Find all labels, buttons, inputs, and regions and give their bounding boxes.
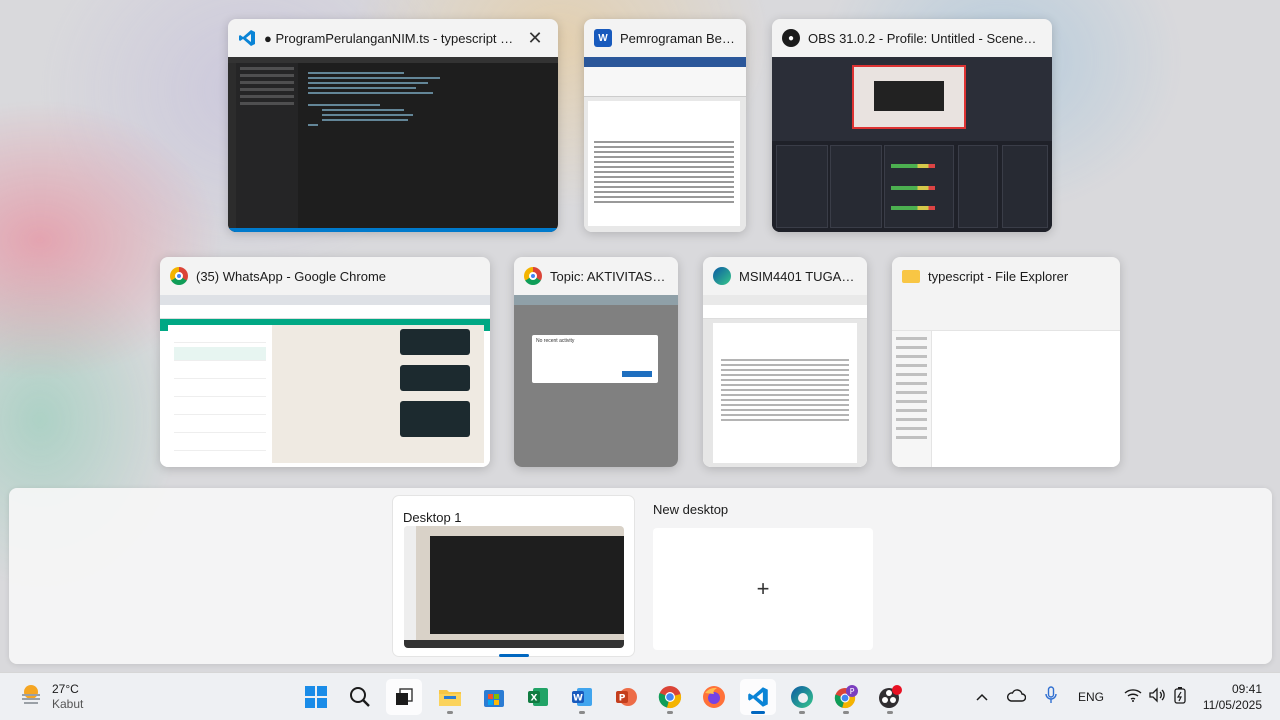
chrome-icon [524, 267, 542, 285]
search-icon [350, 687, 370, 707]
plus-icon: + [756, 576, 770, 601]
dialog-title: No recent activity [536, 338, 575, 344]
svg-text:P: P [619, 694, 626, 704]
taskbar-excel[interactable]: X [520, 679, 556, 715]
obs-icon: ● [782, 29, 800, 47]
svg-text:W: W [573, 694, 583, 704]
window-title-bar: (35) WhatsApp - Google Chrome [160, 257, 490, 295]
firefox-icon [703, 686, 725, 708]
window-title: Pemrograman Berb... [620, 30, 736, 46]
window-whatsapp-chrome[interactable]: (35) WhatsApp - Google Chrome [160, 257, 490, 467]
window-title: (35) WhatsApp - Google Chrome [196, 268, 387, 284]
clock[interactable]: 09:41 11/05/2025 [1203, 681, 1262, 713]
taskbar-firefox[interactable] [696, 679, 732, 715]
taskbar-obs[interactable] [872, 679, 908, 715]
window-thumbnail: No recent activity [514, 295, 678, 467]
window-file-explorer[interactable]: typescript - File Explorer [892, 257, 1120, 467]
weather-temp: 27°C [52, 681, 79, 696]
virtual-desktops-bar: Desktop 1 New desktop + [9, 488, 1272, 664]
clock-date: 11/05/2025 [1202, 698, 1262, 712]
close-icon[interactable]: ✕ [522, 25, 548, 51]
window-title-bar: Topic: AKTIVITAS BE... [514, 257, 678, 295]
window-thumbnail [703, 295, 867, 467]
vscode-icon [238, 29, 256, 47]
chrome-icon [658, 686, 682, 709]
microphone-icon[interactable] [1044, 685, 1058, 709]
task-view-icon [396, 688, 413, 705]
svg-text:P: P [850, 687, 855, 696]
windows-logo-icon [305, 686, 327, 708]
chrome-profile-icon: P [834, 685, 858, 709]
desktop-1[interactable]: Desktop 1 [393, 496, 634, 656]
taskbar-chrome-profile[interactable]: P [828, 679, 864, 715]
store-icon [484, 690, 504, 707]
excel-icon: X [528, 688, 548, 706]
vscode-icon [748, 687, 768, 707]
taskbar: 27°C Kabut X W P P ENG 09:41 11/05/2025 [0, 672, 1280, 720]
edge-icon [713, 267, 731, 285]
battery-icon[interactable] [1172, 686, 1188, 709]
taskbar-vscode[interactable] [740, 679, 776, 715]
word-icon: W [572, 688, 592, 706]
clock-time: 09:41 [1231, 682, 1262, 696]
obs-icon [879, 685, 902, 708]
powerpoint-icon: P [616, 688, 637, 706]
taskbar-edge[interactable] [784, 679, 820, 715]
language-indicator[interactable]: ENG [1078, 690, 1104, 704]
new-desktop[interactable]: New desktop + [651, 496, 873, 656]
search-button[interactable] [342, 679, 378, 715]
window-title-bar: ● ProgramPerulanganNIM.ts - typescript -… [228, 19, 558, 57]
window-title-bar: ● OBS 31.0.2 - Profile: Untitled - Scene… [772, 19, 1052, 57]
taskbar-store[interactable] [476, 679, 512, 715]
window-thumbnail [160, 295, 490, 467]
window-word[interactable]: W Pemrograman Berb... [584, 19, 746, 232]
window-title: OBS 31.0.2 - Profile: Untitled - Scenes:… [808, 30, 1042, 46]
window-thumbnail [772, 57, 1052, 232]
wifi-icon[interactable] [1124, 688, 1142, 707]
sun-fog-icon [18, 681, 44, 712]
folder-icon [902, 269, 920, 283]
desktop-1-indicator [499, 654, 529, 657]
task-view-button[interactable] [386, 679, 422, 715]
window-title: Topic: AKTIVITAS BE... [550, 268, 668, 284]
svg-text:X: X [531, 694, 538, 704]
onedrive-icon[interactable] [1006, 688, 1027, 707]
window-moodle-chrome[interactable]: Topic: AKTIVITAS BE... No recent activit… [514, 257, 678, 467]
desktop-1-thumbnail [404, 526, 624, 648]
window-title: typescript - File Explorer [928, 268, 1069, 284]
taskbar-powerpoint[interactable]: P [608, 679, 644, 715]
window-title-bar: MSIM4401 TUGAS 0... [703, 257, 867, 295]
desktop-1-label: Desktop 1 [403, 510, 462, 525]
edge-icon [791, 686, 813, 708]
weather-condition: Kabut [52, 696, 84, 711]
taskbar-word[interactable]: W [564, 679, 600, 715]
chevron-up-icon[interactable] [976, 688, 988, 706]
moodle-dialog: No recent activity [532, 335, 658, 383]
window-edge-pdf[interactable]: MSIM4401 TUGAS 0... [703, 257, 867, 467]
volume-icon[interactable] [1148, 686, 1166, 708]
system-tray: ENG [976, 673, 1188, 720]
window-title-bar: W Pemrograman Berb... [584, 19, 746, 57]
taskbar-chrome[interactable] [652, 679, 688, 715]
weather-widget[interactable]: 27°C Kabut [18, 681, 83, 712]
window-title: MSIM4401 TUGAS 0... [739, 268, 857, 284]
new-desktop-label: New desktop [653, 502, 729, 517]
word-icon: W [594, 29, 612, 47]
window-title: ● ProgramPerulanganNIM.ts - typescript -… [264, 30, 515, 46]
window-title-bar: typescript - File Explorer [892, 257, 1120, 295]
chrome-icon [170, 267, 188, 285]
taskbar-file-explorer[interactable] [432, 679, 468, 715]
new-desktop-button[interactable]: + [653, 528, 873, 650]
window-obs[interactable]: ● OBS 31.0.2 - Profile: Untitled - Scene… [772, 19, 1052, 232]
folder-icon [439, 690, 461, 706]
window-thumbnail [584, 57, 746, 232]
window-vscode[interactable]: ● ProgramPerulanganNIM.ts - typescript -… [228, 19, 558, 232]
window-thumbnail [228, 57, 558, 232]
start-button[interactable] [298, 679, 334, 715]
window-thumbnail [892, 295, 1120, 467]
